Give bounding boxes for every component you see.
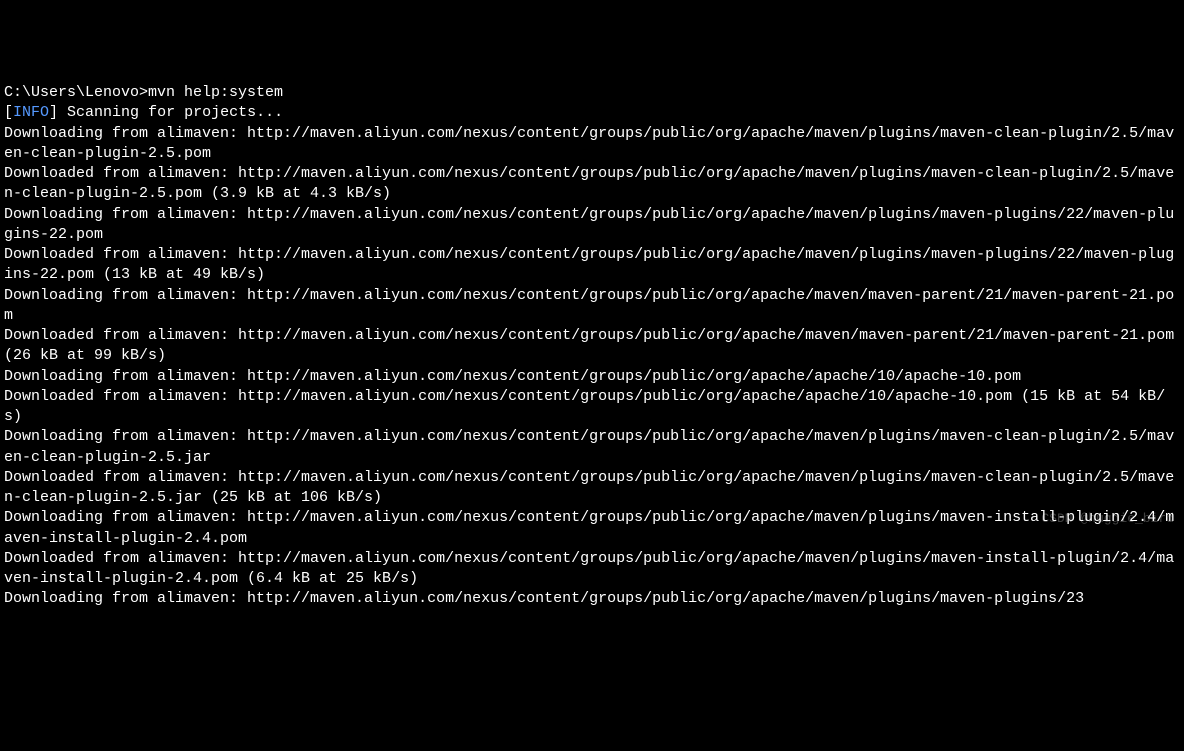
log-line: Downloaded from alimaven: http://maven.a… bbox=[4, 387, 1180, 428]
log-line: Downloading from alimaven: http://maven.… bbox=[4, 124, 1180, 165]
log-line: Downloaded from alimaven: http://maven.a… bbox=[4, 549, 1180, 590]
bracket-open: [ bbox=[4, 104, 13, 121]
info-label: INFO bbox=[13, 104, 49, 121]
log-line: Downloading from alimaven: http://maven.… bbox=[4, 205, 1180, 246]
command-input: mvn help:system bbox=[148, 84, 283, 101]
bracket-close: ] bbox=[49, 104, 58, 121]
log-line: Downloading from alimaven: http://maven.… bbox=[4, 367, 1180, 387]
log-line: Downloading from alimaven: http://maven.… bbox=[4, 589, 1180, 609]
log-line: Downloading from alimaven: http://maven.… bbox=[4, 508, 1180, 549]
command-prompt: C:\Users\Lenovo> bbox=[4, 84, 148, 101]
terminal-output[interactable]: C:\Users\Lenovo>mvn help:system [INFO] Sc… bbox=[4, 83, 1180, 610]
log-line: Downloading from alimaven: http://maven.… bbox=[4, 286, 1180, 327]
log-line: Downloaded from alimaven: http://maven.a… bbox=[4, 245, 1180, 286]
log-line: Downloaded from alimaven: http://maven.a… bbox=[4, 164, 1180, 205]
log-line: Downloaded from alimaven: http://maven.a… bbox=[4, 326, 1180, 367]
log-line: Downloading from alimaven: http://maven.… bbox=[4, 427, 1180, 468]
watermark-text: CSDN @huggie_bird bbox=[1041, 510, 1174, 528]
log-line: Downloaded from alimaven: http://maven.a… bbox=[4, 468, 1180, 509]
scanning-text: Scanning for projects... bbox=[58, 104, 283, 121]
